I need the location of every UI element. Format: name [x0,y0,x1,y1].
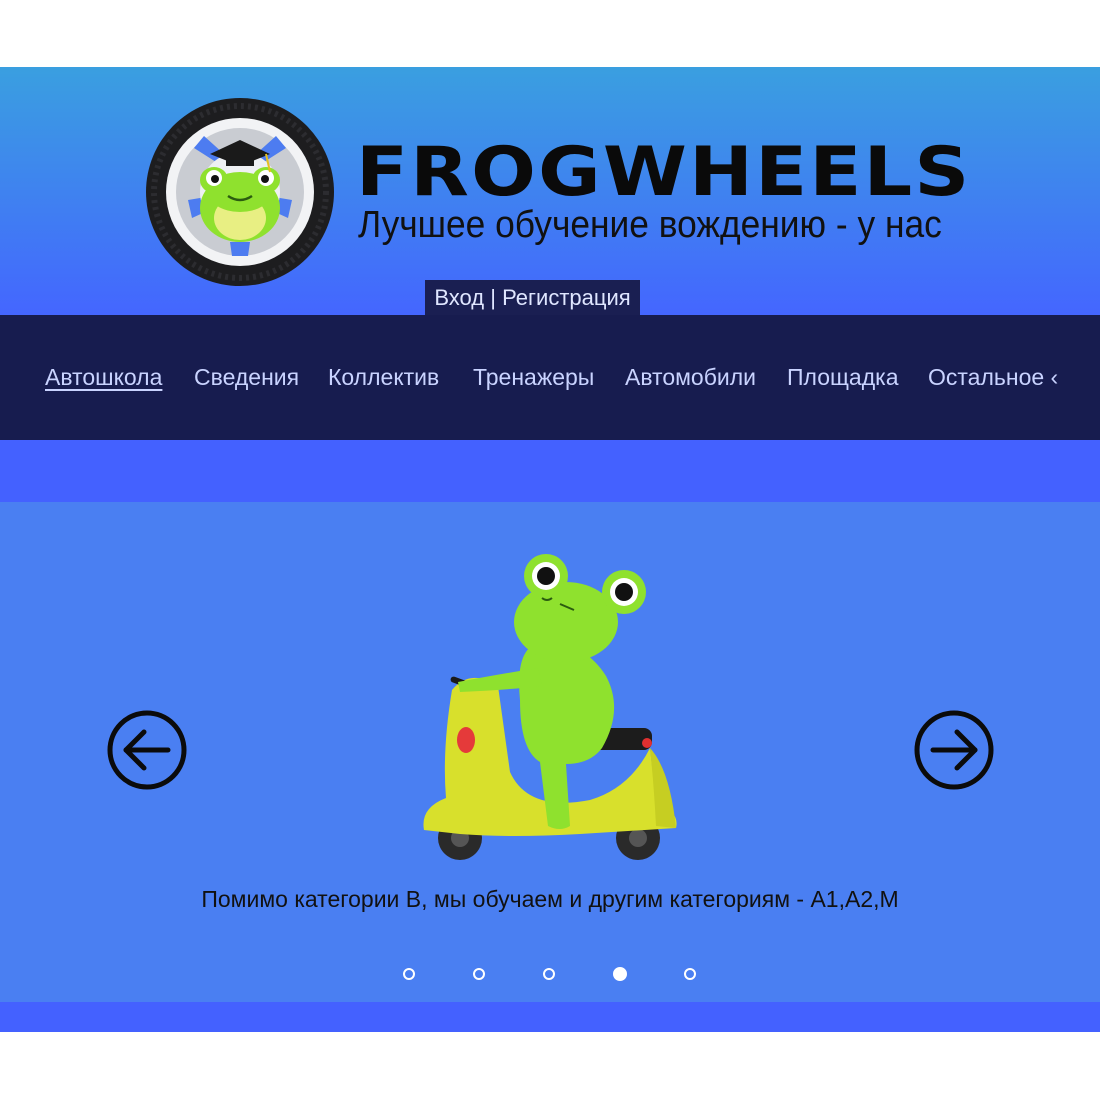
frogwheels-logo-icon[interactable] [144,96,336,288]
nav-item-kollektiv[interactable]: Коллектив [328,363,439,391]
nav-item-ploshchadka[interactable]: Площадка [787,363,899,391]
brand-name: FROGWHEELS [356,133,972,212]
brand-tagline: Лучшее обучение вождению - у нас [358,204,942,246]
login-link[interactable]: Вход [434,285,484,310]
nav-item-ostalnoe[interactable]: Остальное ‹ [928,363,1058,391]
nav-item-svedeniya[interactable]: Сведения [194,363,299,391]
frog-on-scooter-illustration [423,554,677,860]
arrow-left-circle-icon[interactable] [106,709,188,791]
auth-links: Вход | Регистрация [425,280,640,315]
slide-indicators [400,967,700,986]
slide-dot-1[interactable] [403,968,415,980]
slide-dot-2[interactable] [473,968,485,980]
slide-dot-5[interactable] [684,968,696,980]
page: FROGWHEELS Лучшее обучение вождению - у … [0,0,1100,1100]
slide-carousel: Помимо категории B, мы обучаем и другим … [0,502,1100,1002]
slide-dot-4[interactable] [613,967,627,981]
slide-caption: Помимо категории B, мы обучаем и другим … [201,886,899,912]
nav-item-trenazhery[interactable]: Тренажеры [473,363,594,391]
spacer-band-bottom [0,1002,1100,1032]
register-link[interactable]: Регистрация [502,285,631,310]
site-header: FROGWHEELS Лучшее обучение вождению - у … [0,67,1100,315]
nav-item-avtomobili[interactable]: Автомобили [625,363,756,391]
auth-separator: | [484,285,503,310]
arrow-right-circle-icon[interactable] [913,709,995,791]
slide-dot-3[interactable] [543,968,555,980]
nav-item-avtoshkola[interactable]: Автошкола [45,363,162,391]
main-nav: Автошкола Сведения Коллектив Тренажеры А… [0,315,1100,440]
spacer-band [0,440,1100,502]
